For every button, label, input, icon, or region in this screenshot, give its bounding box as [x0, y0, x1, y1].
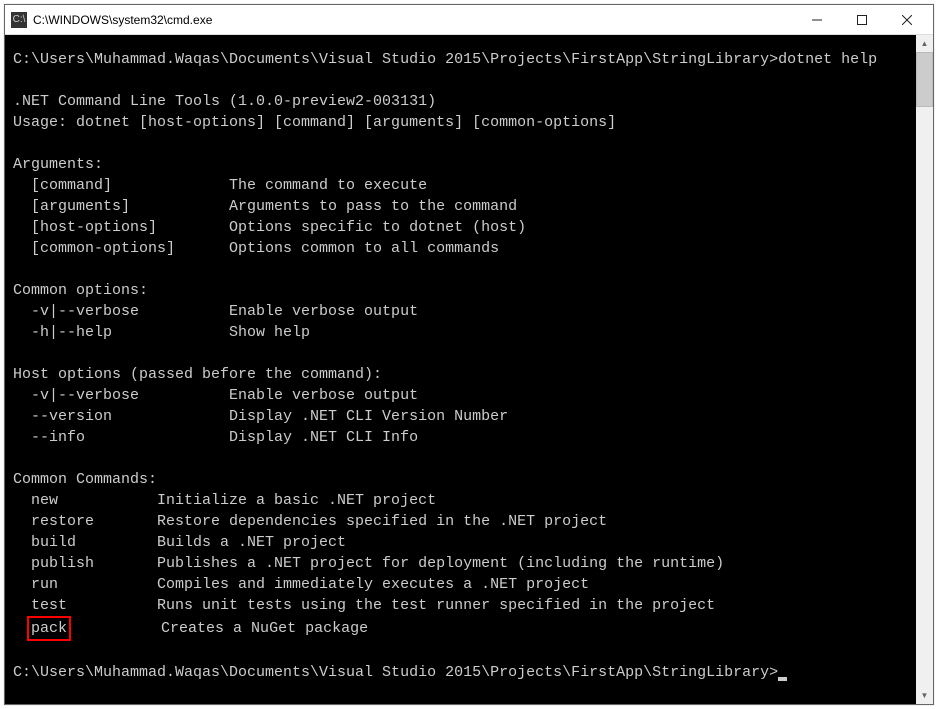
minimize-icon: [812, 15, 822, 25]
scrollbar-track[interactable]: [916, 52, 933, 687]
maximize-button[interactable]: [839, 6, 884, 34]
titlebar: C:\ C:\WINDOWS\system32\cmd.exe: [5, 5, 933, 35]
close-icon: [902, 15, 912, 25]
highlighted-command: pack: [27, 616, 71, 641]
window-title: C:\WINDOWS\system32\cmd.exe: [33, 13, 794, 27]
cmd-icon: C:\: [11, 12, 27, 28]
cmd-window: C:\ C:\WINDOWS\system32\cmd.exe C:\Users…: [4, 4, 934, 705]
terminal-wrap: C:\Users\Muhammad.Waqas\Documents\Visual…: [5, 35, 933, 704]
scroll-up-button[interactable]: ▲: [916, 35, 933, 52]
minimize-button[interactable]: [794, 6, 839, 34]
close-button[interactable]: [884, 6, 929, 34]
window-controls: [794, 6, 929, 34]
scrollbar[interactable]: ▲ ▼: [916, 35, 933, 704]
scrollbar-thumb[interactable]: [916, 52, 933, 107]
scroll-down-button[interactable]: ▼: [916, 687, 933, 704]
maximize-icon: [857, 15, 867, 25]
cursor: [778, 677, 787, 681]
terminal[interactable]: C:\Users\Muhammad.Waqas\Documents\Visual…: [5, 35, 916, 704]
